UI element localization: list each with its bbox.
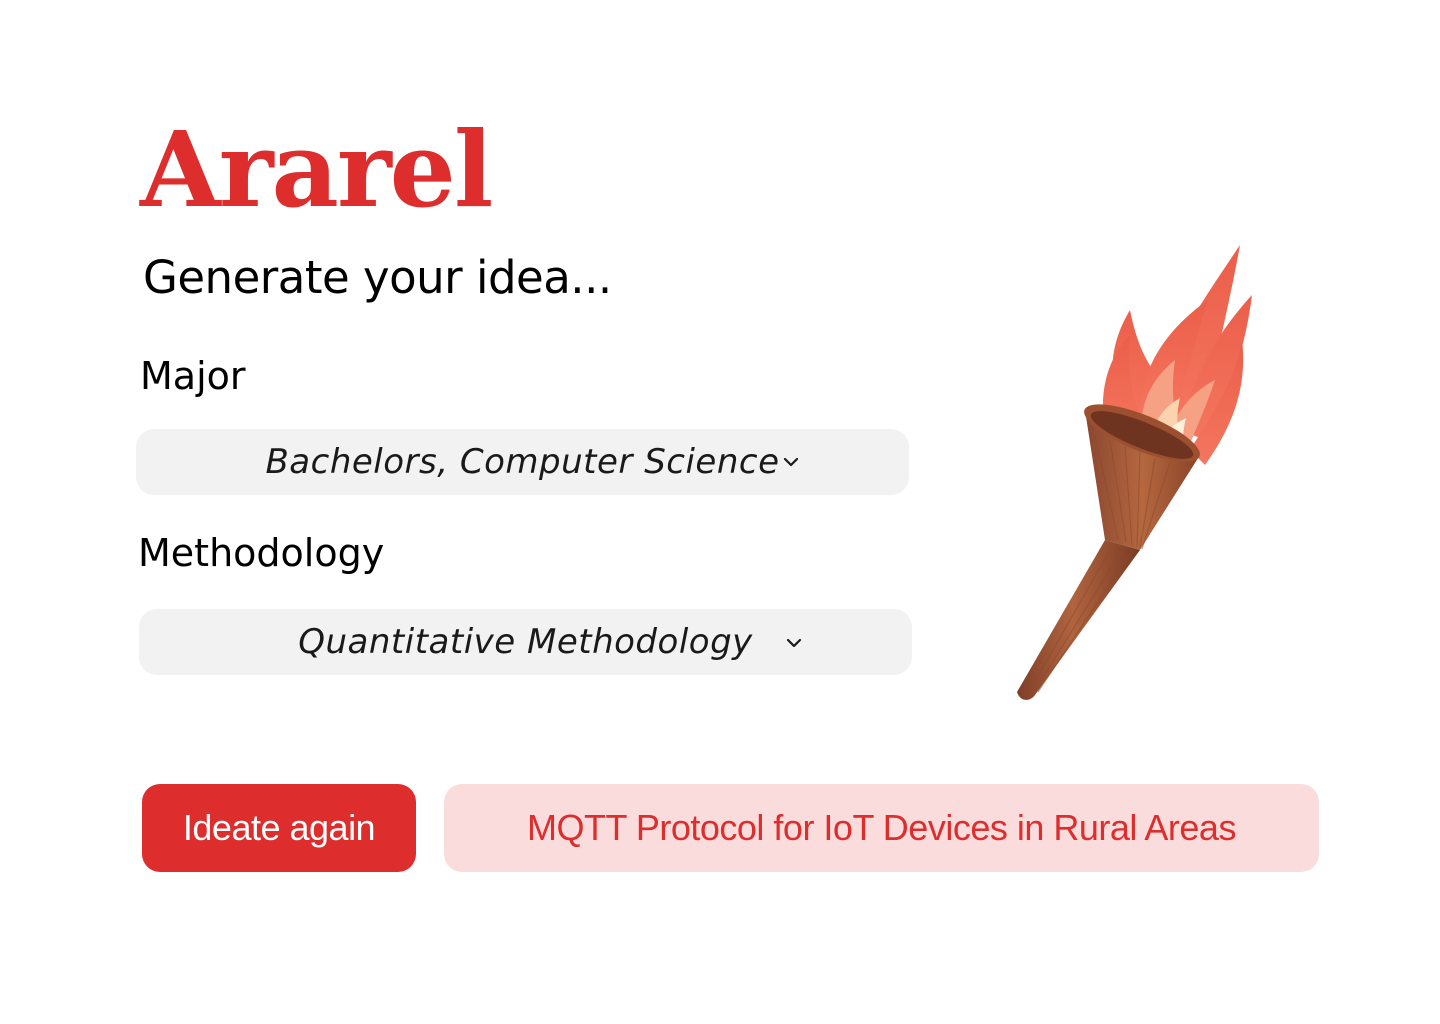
major-select-value: Bachelors, Computer Science	[265, 442, 780, 482]
methodology-select[interactable]: Quantitative Methodology	[139, 609, 912, 675]
ideate-again-button[interactable]: Ideate again	[142, 784, 416, 872]
major-select[interactable]: Bachelors, Computer Science	[136, 429, 909, 495]
app-logo: Ararel	[140, 108, 493, 231]
methodology-select-value: Quantitative Methodology	[298, 622, 753, 662]
page-title: Generate your idea...	[143, 251, 612, 304]
chevron-down-icon	[783, 457, 799, 467]
generated-idea-box: MQTT Protocol for IoT Devices in Rural A…	[444, 784, 1319, 872]
torch-icon	[1017, 245, 1252, 700]
methodology-label: Methodology	[138, 531, 385, 575]
major-label: Major	[140, 354, 246, 398]
chevron-down-icon	[786, 638, 802, 648]
